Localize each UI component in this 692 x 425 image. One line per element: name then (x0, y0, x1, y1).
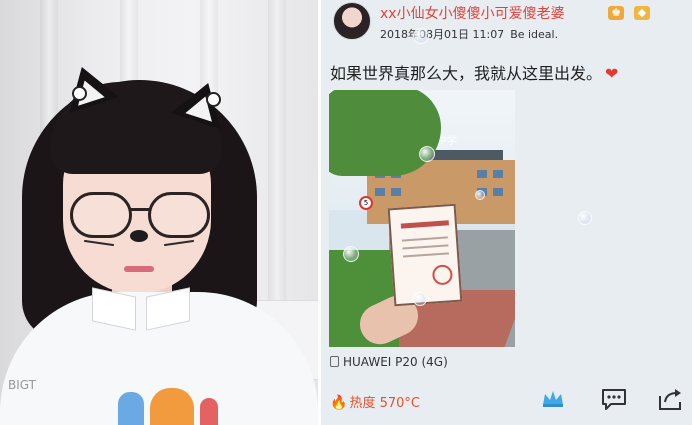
bubble-effect (343, 246, 359, 262)
post-text-content: 如果世界真那么大，我就从这里出发。 (330, 64, 603, 83)
post-card: xx小仙女小傻傻小可爱傻老婆 ♚ ◆ 2018年08月01日 11:07 Be i… (321, 0, 692, 425)
bubble-effect (475, 190, 485, 200)
heat-value: 热度 570°C (349, 396, 420, 411)
post-text: 如果世界真那么大，我就从这里出发。 ❤ (330, 60, 618, 84)
post-meta: 2018年08月01日 11:07 Be ideal. (380, 26, 558, 42)
avatar[interactable] (333, 2, 371, 40)
share-icon[interactable] (657, 387, 683, 411)
glasses-bridge (130, 208, 150, 211)
cert-title-bar (400, 220, 449, 229)
glasses-lens-left (70, 192, 132, 238)
diamond-badge-icon: ◆ (634, 6, 650, 20)
bubble-effect (413, 28, 429, 44)
post-date: 2018年08月01日 11:07 (380, 28, 505, 41)
crown-badge-icon: ♚ (608, 6, 624, 20)
speed-limit-sign: 5 (359, 196, 373, 210)
crown-icon[interactable] (541, 389, 565, 407)
shirt-print (200, 398, 218, 425)
bubble-effect (413, 292, 427, 306)
shirt-print (150, 388, 194, 425)
soccer-ball-icon (72, 86, 87, 101)
user-motto: Be ideal. (510, 28, 559, 41)
cat-nose (130, 230, 148, 242)
cert-seal (431, 264, 454, 286)
phone-icon (330, 356, 339, 367)
photo-trees (329, 90, 441, 176)
mouth (124, 266, 154, 272)
soccer-ball-icon (206, 92, 221, 107)
username[interactable]: xx小仙女小傻傻小可爱傻老婆 (380, 3, 565, 23)
bubble-effect (578, 211, 592, 225)
shirt-print (118, 392, 144, 425)
admission-letter (387, 203, 463, 307)
cert-line (402, 244, 449, 250)
heat-indicator: 🔥 热度 570°C (330, 392, 420, 411)
flame-icon: 🔥 (330, 395, 348, 411)
cert-line (401, 236, 448, 242)
glasses-lens-right (148, 192, 210, 238)
device-label: HUAWEI P20 (4G) (330, 355, 448, 369)
post-photo[interactable]: 第一中学 5 (329, 90, 515, 347)
cert-line (402, 252, 450, 258)
bubble-effect (419, 146, 435, 162)
comment-icon[interactable] (601, 388, 627, 410)
heart-icon: ❤ (605, 64, 619, 83)
device-name: HUAWEI P20 (4G) (343, 355, 448, 369)
watermark-text: BIGT (8, 378, 36, 392)
selfie-photo: BIGT (0, 0, 318, 425)
